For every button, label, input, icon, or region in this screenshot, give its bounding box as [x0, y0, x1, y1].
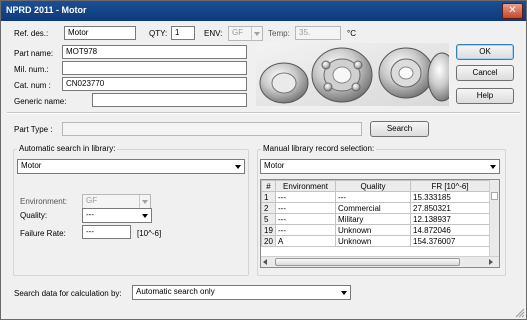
cell-quality: Unknown: [335, 224, 411, 236]
cell-environment: A: [275, 235, 336, 247]
cat-num-field[interactable]: CN023770: [62, 77, 247, 91]
scroll-right-icon[interactable]: [489, 259, 493, 265]
table-header-row: # Environment Quality FR [10^-6]: [261, 180, 490, 192]
generic-name-label: Generic name:: [14, 97, 67, 106]
environment-label: Environment:: [20, 197, 68, 206]
records-grid: # Environment Quality FR [10^-6] 1 --- -…: [261, 180, 490, 247]
nprd-dialog: NPRD 2011 - Motor ✕ Ref. des.: Motor QTY…: [0, 0, 527, 320]
part-name-label: Part name:: [14, 49, 54, 58]
chevron-down-icon: [341, 291, 347, 295]
chevron-down-icon: [254, 32, 260, 36]
generic-name-field[interactable]: [92, 93, 247, 107]
qty-label: QTY:: [149, 29, 168, 38]
table-row[interactable]: 1 --- --- 15.333185: [261, 191, 490, 203]
row-number: 19: [261, 224, 276, 236]
temp-label: Temp:: [268, 29, 290, 38]
row-number: 5: [261, 213, 276, 225]
failure-rate-unit: [10^-6]: [137, 229, 162, 238]
cell-quality: Military: [335, 213, 411, 225]
cell-fr: 12.138937: [410, 213, 490, 225]
auto-library-value: Motor: [21, 161, 42, 170]
manual-library-value: Motor: [264, 161, 285, 170]
temp-field: 35.: [295, 26, 341, 40]
quality-select[interactable]: ---: [82, 208, 152, 223]
row-number: 20: [261, 235, 276, 247]
mil-num-field[interactable]: [62, 61, 247, 75]
cell-fr: 15.333185: [410, 191, 490, 203]
env-select: GF: [228, 26, 263, 41]
horizontal-scroll-thumb[interactable]: [275, 258, 460, 266]
cell-fr: 154.376007: [410, 235, 490, 247]
manual-selection-title: Manual library record selection:: [261, 144, 377, 153]
scroll-left-icon[interactable]: [263, 259, 267, 265]
ref-des-label: Ref. des.:: [14, 29, 49, 38]
ok-button[interactable]: OK: [456, 44, 514, 60]
env-select-value: GF: [232, 28, 244, 37]
vertical-scrollbar[interactable]: [489, 180, 499, 256]
table-row[interactable]: 5 --- Military 12.138937: [261, 213, 490, 225]
part-type-label: Part Type :: [14, 125, 53, 134]
part-name-field[interactable]: MOT978: [62, 45, 247, 59]
column-header[interactable]: #: [261, 180, 276, 192]
failure-rate-field[interactable]: ---: [82, 225, 131, 239]
chevron-down-icon: [490, 165, 496, 169]
vertical-scroll-thumb[interactable]: [491, 192, 498, 200]
ref-des-field[interactable]: Motor: [64, 26, 136, 40]
row-number: 1: [261, 191, 276, 203]
mil-num-label: Mil. num.:: [14, 65, 49, 74]
cell-quality: Commercial: [335, 202, 411, 214]
horizontal-scrollbar[interactable]: [261, 256, 499, 267]
failure-rate-label: Failure Rate:: [20, 229, 66, 238]
cell-quality: Unknown: [335, 235, 411, 247]
quality-label: Quality:: [20, 211, 48, 220]
env-label: ENV:: [204, 29, 223, 38]
separator: [7, 112, 520, 114]
help-button[interactable]: Help: [456, 88, 514, 104]
part-type-field: [62, 122, 362, 136]
cell-environment: ---: [275, 191, 336, 203]
cell-quality: ---: [335, 191, 411, 203]
environment-select-value: GF: [86, 196, 98, 205]
table-row[interactable]: 20 A Unknown 154.376007: [261, 235, 490, 247]
environment-select: GF: [82, 194, 151, 209]
cell-environment: ---: [275, 224, 336, 236]
search-data-value: Automatic search only: [136, 287, 215, 296]
chevron-down-icon: [142, 200, 148, 204]
chevron-down-icon: [235, 165, 241, 169]
row-number: 2: [261, 202, 276, 214]
cell-environment: ---: [275, 213, 336, 225]
column-header[interactable]: Quality: [335, 180, 411, 192]
close-icon[interactable]: ✕: [502, 3, 523, 19]
auto-library-select[interactable]: Motor: [17, 159, 245, 174]
qty-field[interactable]: 1: [171, 26, 195, 40]
manual-library-select[interactable]: Motor: [260, 159, 500, 174]
title-bar[interactable]: NPRD 2011 - Motor ✕: [1, 1, 526, 21]
auto-search-title: Automatic search in library:: [17, 144, 118, 153]
column-header[interactable]: Environment: [275, 180, 336, 192]
search-data-select[interactable]: Automatic search only: [132, 285, 351, 300]
column-header[interactable]: FR [10^-6]: [410, 180, 490, 192]
quality-select-value: ---: [86, 210, 94, 219]
search-data-label: Search data for calculation by:: [14, 289, 122, 298]
temp-unit: °C: [347, 29, 356, 38]
cancel-button[interactable]: Cancel: [456, 65, 514, 81]
resize-grip-icon[interactable]: [514, 307, 525, 318]
table-row[interactable]: 19 --- Unknown 14.872046: [261, 224, 490, 236]
window-title: NPRD 2011 - Motor: [6, 5, 87, 15]
cell-fr: 14.872046: [410, 224, 490, 236]
ball-bearing-image: [256, 43, 449, 106]
chevron-down-icon: [142, 214, 148, 218]
cell-fr: 27.850321: [410, 202, 490, 214]
cell-environment: ---: [275, 202, 336, 214]
records-table[interactable]: # Environment Quality FR [10^-6] 1 --- -…: [260, 179, 500, 268]
cat-num-label: Cat. num :: [14, 81, 51, 90]
search-button[interactable]: Search: [370, 121, 429, 137]
table-row[interactable]: 2 --- Commercial 27.850321: [261, 202, 490, 214]
